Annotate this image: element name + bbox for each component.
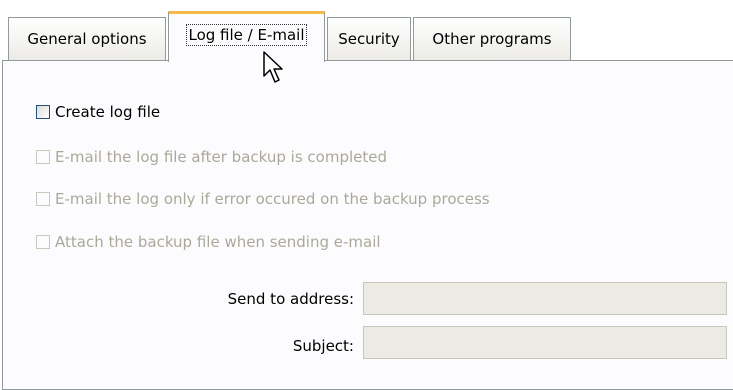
send-to-address-label: Send to address: xyxy=(227,290,354,308)
create-log-file-option[interactable]: Create log file xyxy=(36,101,160,123)
email-log-on-error-checkbox xyxy=(36,192,50,206)
log-file-email-panel: Create log file E-mail the log file afte… xyxy=(2,60,733,390)
send-to-address-field xyxy=(363,282,727,315)
tab-label: Security xyxy=(338,30,400,48)
email-log-label: E-mail the log file after backup is comp… xyxy=(55,148,387,166)
subject-label: Subject: xyxy=(292,337,354,355)
tab-security[interactable]: Security xyxy=(327,17,411,60)
create-log-file-checkbox[interactable] xyxy=(36,105,50,119)
subject-field xyxy=(363,326,727,359)
tab-other-programs[interactable]: Other programs xyxy=(413,17,571,60)
tab-label: Log file / E-mail xyxy=(186,24,307,46)
attach-backup-option: Attach the backup file when sending e-ma… xyxy=(36,231,381,253)
attach-backup-label: Attach the backup file when sending e-ma… xyxy=(55,233,381,251)
create-log-file-label: Create log file xyxy=(55,103,161,121)
tab-label: Other programs xyxy=(432,30,552,48)
email-log-on-error-label: E-mail the log only if error occured on … xyxy=(55,190,490,208)
email-log-on-error-option: E-mail the log only if error occured on … xyxy=(36,188,490,210)
tab-label: General options xyxy=(27,30,147,48)
email-log-option: E-mail the log file after backup is comp… xyxy=(36,146,387,168)
tab-strip: General options Log file / E-mail Securi… xyxy=(0,0,733,62)
tab-general-options[interactable]: General options xyxy=(8,17,166,60)
email-log-checkbox xyxy=(36,150,50,164)
attach-backup-checkbox xyxy=(36,235,50,249)
tab-log-file-email[interactable]: Log file / E-mail xyxy=(168,11,325,62)
mouse-pointer-icon xyxy=(263,51,283,83)
